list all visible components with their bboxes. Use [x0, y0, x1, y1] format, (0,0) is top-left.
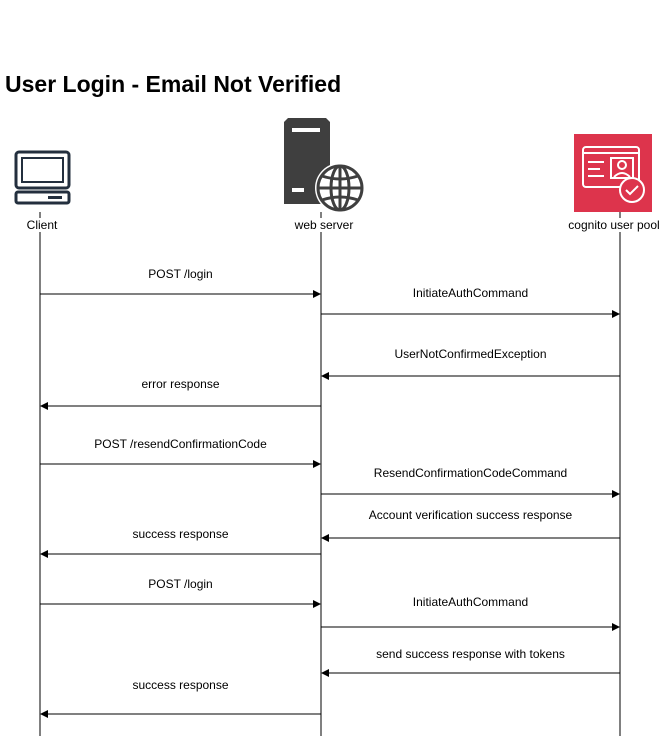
message-label: UserNotConfirmedException — [394, 347, 546, 361]
message-label: POST /resendConfirmationCode — [94, 437, 267, 451]
actor-label-server: web server — [294, 218, 354, 232]
sequence-diagram: User Login - Email Not Verified Client w… — [0, 0, 661, 736]
actor-label-client: Client — [27, 218, 58, 232]
message-list: POST /login InitiateAuthCommand UserNotCon… — [40, 267, 620, 718]
message-label: error response — [141, 377, 219, 391]
sequence-diagram-canvas: User Login - Email Not Verified Client w… — [5, 71, 661, 736]
message-label: POST /login — [148, 577, 212, 591]
message-label: Account verification success response — [369, 508, 573, 522]
message-label: POST /login — [148, 267, 212, 281]
message-label: success response — [132, 678, 228, 692]
message-label: ResendConfirmationCodeCommand — [374, 466, 567, 480]
message-label: InitiateAuthCommand — [413, 286, 528, 300]
diagram-title: User Login - Email Not Verified — [5, 71, 341, 97]
message-label: send success response with tokens — [376, 647, 565, 661]
computer-monitor-icon — [14, 150, 71, 205]
message-label: success response — [132, 527, 228, 541]
cognito-user-pool-icon — [574, 134, 652, 212]
server-globe-icon — [284, 118, 365, 213]
actor-label-cognito: cognito user pool — [568, 218, 659, 232]
message-label: InitiateAuthCommand — [413, 595, 528, 609]
